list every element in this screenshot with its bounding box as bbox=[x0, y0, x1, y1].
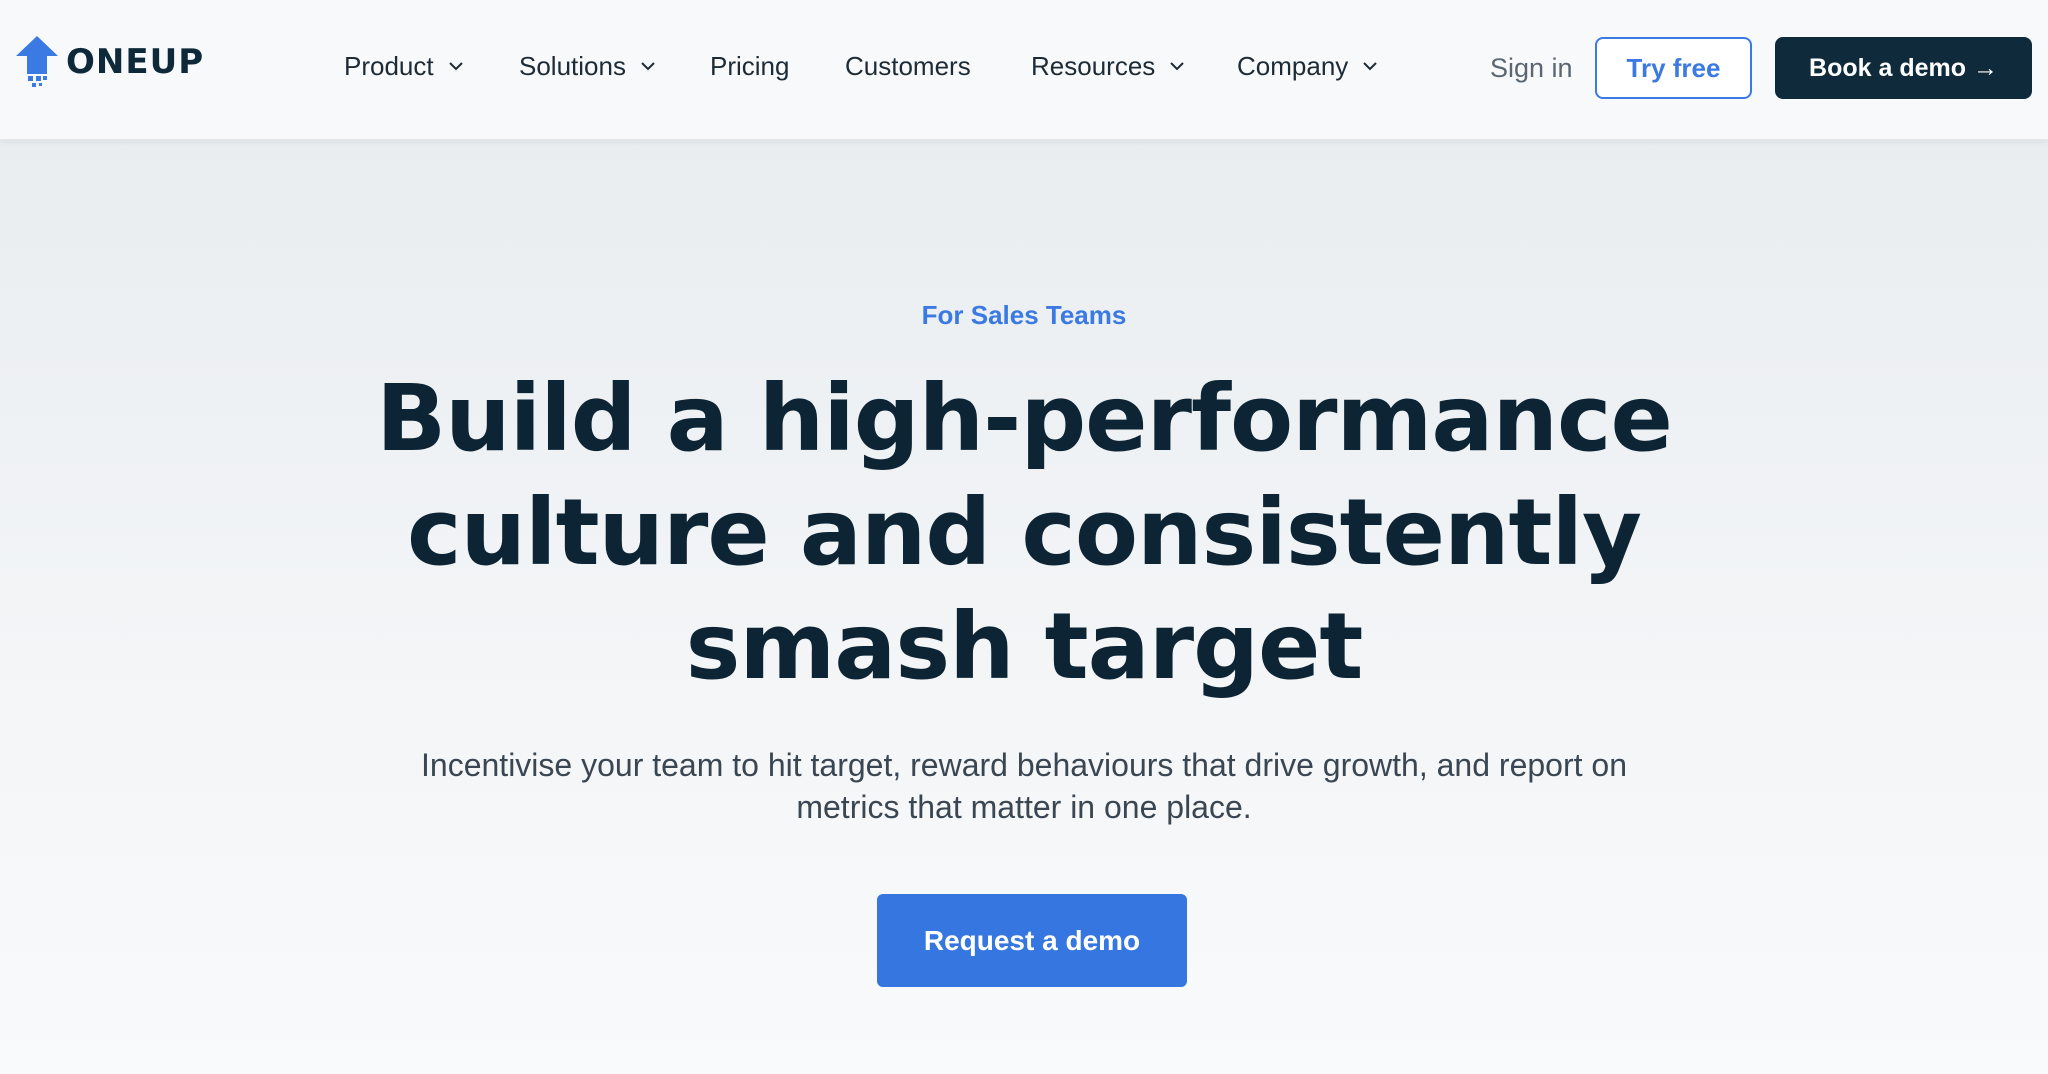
hero-headline: Build a high-performance culture and con… bbox=[260, 362, 1788, 704]
chevron-down-icon bbox=[1170, 62, 1184, 71]
nav-company[interactable]: Company bbox=[1237, 44, 1380, 88]
oneup-logo[interactable]: ONEUP bbox=[14, 34, 204, 90]
nav-pricing[interactable]: Pricing bbox=[710, 44, 789, 88]
sign-in-link[interactable]: Sign in bbox=[1490, 46, 1573, 90]
hero-description-line2: metrics that matter in one place. bbox=[796, 789, 1252, 825]
chevron-down-icon bbox=[448, 62, 463, 71]
hero-eyebrow: For Sales Teams bbox=[921, 300, 1127, 330]
nav-customers-label: Customers bbox=[845, 50, 971, 81]
try-free-button[interactable]: Try free bbox=[1595, 37, 1752, 99]
nav-product-label: Product bbox=[344, 50, 434, 81]
chevron-down-icon bbox=[641, 62, 655, 71]
nav-customers[interactable]: Customers bbox=[845, 44, 971, 88]
nav-resources[interactable]: Resources bbox=[1031, 44, 1187, 88]
nav-solutions[interactable]: Solutions bbox=[519, 44, 658, 88]
hero-headline-line3: smash target bbox=[685, 593, 1364, 700]
request-demo-button[interactable]: Request a demo bbox=[877, 894, 1187, 987]
nav-resources-label: Resources bbox=[1031, 50, 1156, 81]
oneup-logo-icon bbox=[16, 36, 58, 87]
logo-wordmark: ONEUP bbox=[66, 42, 205, 82]
chevron-down-icon bbox=[1363, 62, 1377, 71]
site-header: ONEUP Product Solutions Pricing Customer… bbox=[0, 0, 2048, 140]
book-demo-button[interactable]: Book a demo → bbox=[1775, 37, 2032, 99]
hero-description: Incentivise your team to hit target, rew… bbox=[370, 744, 1678, 828]
hero-section: For Sales Teams Build a high-performance… bbox=[0, 140, 2048, 1074]
hero-description-line1: Incentivise your team to hit target, rew… bbox=[421, 747, 1627, 783]
hero-headline-line1: Build a high-performance bbox=[376, 365, 1673, 472]
nav-company-label: Company bbox=[1237, 50, 1349, 81]
nav-product[interactable]: Product bbox=[344, 44, 466, 88]
nav-solutions-label: Solutions bbox=[519, 50, 626, 81]
nav-pricing-label: Pricing bbox=[710, 50, 790, 81]
hero-headline-line2: culture and consistently bbox=[407, 479, 1642, 586]
